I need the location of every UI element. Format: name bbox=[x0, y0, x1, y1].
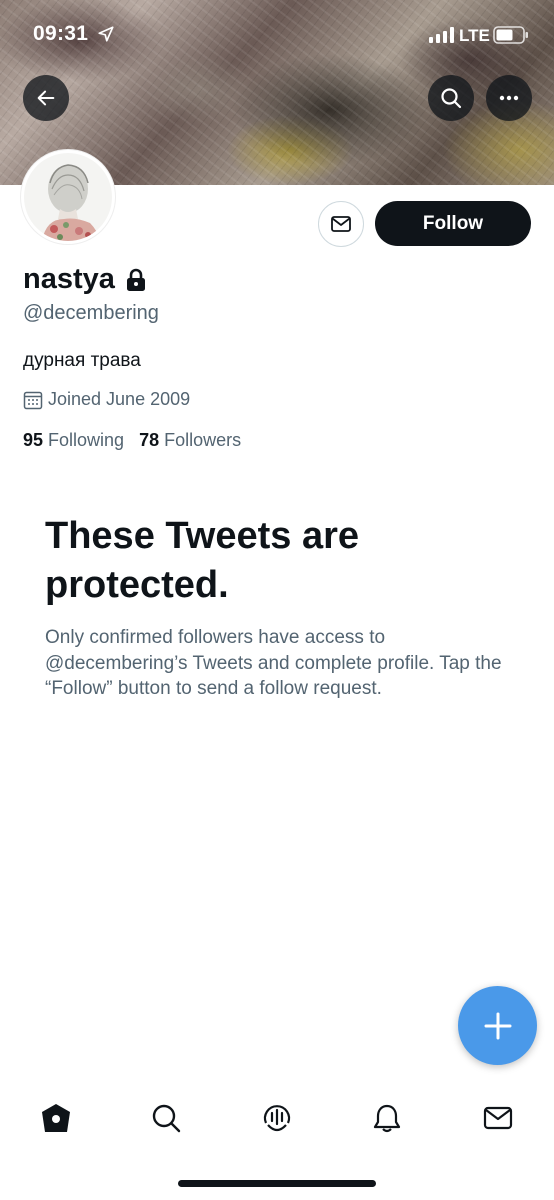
following-label: Following bbox=[48, 430, 125, 450]
home-icon bbox=[42, 1104, 70, 1132]
messages-icon bbox=[483, 1106, 513, 1130]
profile-handle: @decembering bbox=[23, 302, 159, 324]
more-dots-icon bbox=[499, 95, 519, 101]
nav-home[interactable] bbox=[38, 1100, 74, 1136]
search-icon bbox=[441, 88, 462, 109]
followers-label: Followers bbox=[164, 430, 242, 450]
search-button[interactable] bbox=[428, 75, 474, 121]
nav-spaces[interactable] bbox=[259, 1100, 295, 1136]
following-link[interactable]: 95 Following bbox=[23, 430, 124, 451]
envelope-icon bbox=[331, 216, 351, 232]
location-arrow-icon bbox=[98, 26, 114, 42]
avatar[interactable] bbox=[21, 150, 115, 244]
calendar-icon bbox=[23, 391, 43, 409]
following-count: 95 bbox=[23, 430, 44, 450]
followers-count: 78 bbox=[139, 430, 160, 450]
name-row: nastya bbox=[23, 263, 147, 296]
follow-stats: 95 Following 78 Followers bbox=[23, 430, 256, 451]
message-button[interactable] bbox=[318, 201, 364, 247]
status-time: 09:31 bbox=[33, 22, 89, 45]
follow-button[interactable]: Follow bbox=[375, 201, 531, 246]
followers-link[interactable]: 78 Followers bbox=[139, 430, 241, 451]
bottom-navigation bbox=[0, 1090, 554, 1150]
compose-tweet-button[interactable] bbox=[458, 986, 537, 1065]
protected-title: These Tweets are protected. bbox=[45, 515, 360, 606]
network-type: LTE bbox=[459, 26, 490, 45]
nav-messages[interactable] bbox=[480, 1100, 516, 1136]
more-options-button[interactable] bbox=[486, 75, 532, 121]
signal-icon bbox=[429, 27, 454, 43]
avatar-illustration bbox=[24, 153, 112, 241]
profile-bio: дурная трава bbox=[23, 350, 141, 371]
protected-description: Only confirmed followers have access to … bbox=[45, 627, 502, 699]
battery-icon bbox=[493, 26, 528, 44]
joined-row: Joined June 2009 bbox=[23, 389, 190, 410]
nav-notifications[interactable] bbox=[369, 1100, 405, 1136]
spaces-icon bbox=[263, 1105, 291, 1132]
joined-date: Joined June 2009 bbox=[48, 389, 191, 409]
profile-name: nastya bbox=[23, 263, 115, 295]
nav-search[interactable] bbox=[148, 1100, 184, 1136]
notifications-icon bbox=[373, 1104, 401, 1133]
lock-icon bbox=[126, 268, 145, 291]
back-arrow-icon bbox=[37, 90, 55, 106]
search-icon bbox=[152, 1104, 181, 1133]
status-bar: 09:31 LTE bbox=[0, 0, 554, 70]
home-indicator[interactable] bbox=[178, 1180, 376, 1187]
plus-icon bbox=[484, 1012, 511, 1039]
back-button[interactable] bbox=[23, 75, 69, 121]
